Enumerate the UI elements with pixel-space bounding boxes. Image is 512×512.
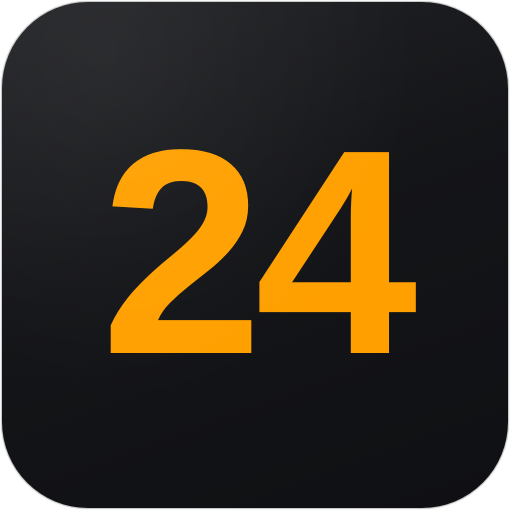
icon-number-label: 24 [100,89,418,415]
app-icon[interactable]: 24 [2,2,508,508]
